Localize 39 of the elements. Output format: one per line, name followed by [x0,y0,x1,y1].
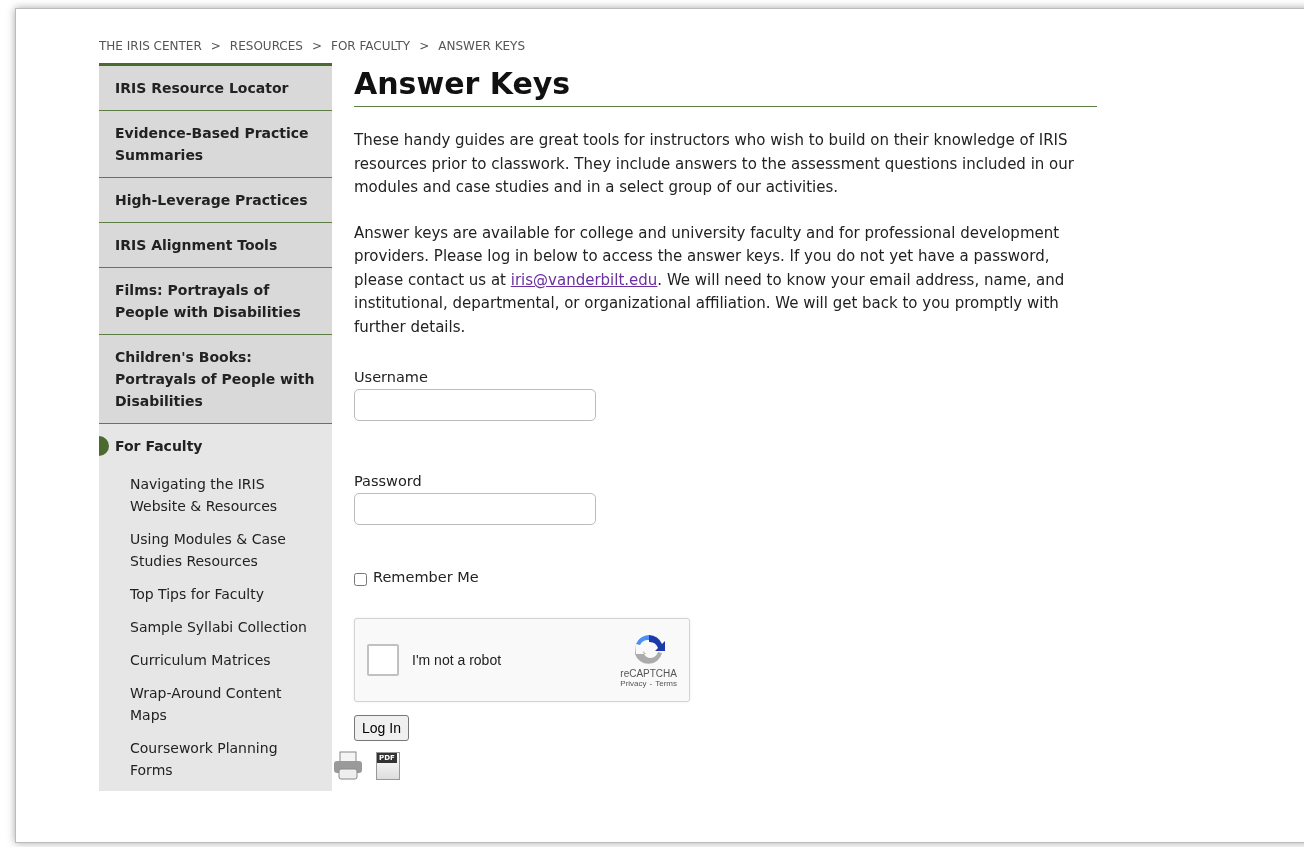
remember-label: Remember Me [373,568,479,585]
sidebar-item[interactable]: IRIS Alignment Tools [99,223,332,268]
access-paragraph: Answer keys are available for college and university faculty and for professional development providers. Please log in below to access the answer keys. If you do not yet have a password, please contact us at iris@vanderbilt.edu. We will need to know your email address, name, and institutional, departmental, or organizational affiliation. We will get back to you promptly with further details. [354,222,1066,338]
breadcrumb-separator: > [311,39,322,53]
sidebar-item[interactable]: Evidence-Based Practice Summaries [99,111,332,178]
sidebar-subitem[interactable]: Top Tips for Faculty [99,578,332,611]
sidebar-subitem[interactable]: Curriculum Matrices [99,644,332,677]
captcha-label: I'm not a robot [412,652,503,668]
printer-icon[interactable] [332,751,364,781]
sidebar-item[interactable]: High-Leverage Practices [99,178,332,223]
terms-link[interactable]: Terms [655,679,677,688]
privacy-link[interactable]: Privacy [620,679,647,688]
email-link[interactable]: iris@vanderbilt.edu [510,270,658,289]
sidebar-item[interactable]: Children's Books: Portrayals of People with Disabilities [99,335,332,424]
breadcrumb-link[interactable]: THE IRIS CENTER [99,39,202,53]
intro-paragraph: These handy guides are great tools for instructors who wish to build on their knowledge of IRIS resources prior to classwork. They include answers to the assessment questions included in our modules and case studies and in a select group of our activities. [354,130,1075,198]
sidebar-subitem[interactable]: Sample Syllabi Collection [99,611,332,644]
sidebar-item[interactable]: For Faculty [99,424,332,468]
password-field[interactable] [354,493,596,525]
breadcrumb-separator: > [419,39,430,53]
sidebar-subitem[interactable]: Navigating the IRIS Website & Resources [99,468,332,523]
breadcrumb-link[interactable]: ANSWER KEYS [438,39,526,53]
sidebar-subitem[interactable]: Wrap-Around Content Maps [99,677,332,732]
password-label: Password [354,472,423,491]
remember-checkbox[interactable] [354,573,367,586]
username-label: Username [354,368,429,387]
sidebar-subitem[interactable]: Using Modules & Case Studies Resources [99,523,332,578]
captcha-brand: reCAPTCHA [620,668,677,679]
captcha-checkbox[interactable] [367,644,399,676]
page-title: Answer Keys [354,63,1097,107]
username-field[interactable] [354,389,596,421]
sidebar-subitem[interactable]: Coursework Planning Forms [99,732,332,787]
breadcrumb-link[interactable]: RESOURCES [229,39,303,53]
breadcrumb-separator: > [210,39,221,53]
sidebar-item[interactable]: Films: Portrayals of People with Disabilities [99,268,332,335]
login-button[interactable]: Log In [354,715,409,741]
sidebar-item[interactable]: IRIS Resource Locator [99,66,332,111]
breadcrumb-link[interactable]: FOR FACULTY [331,39,411,53]
link-separator: - [649,679,653,688]
